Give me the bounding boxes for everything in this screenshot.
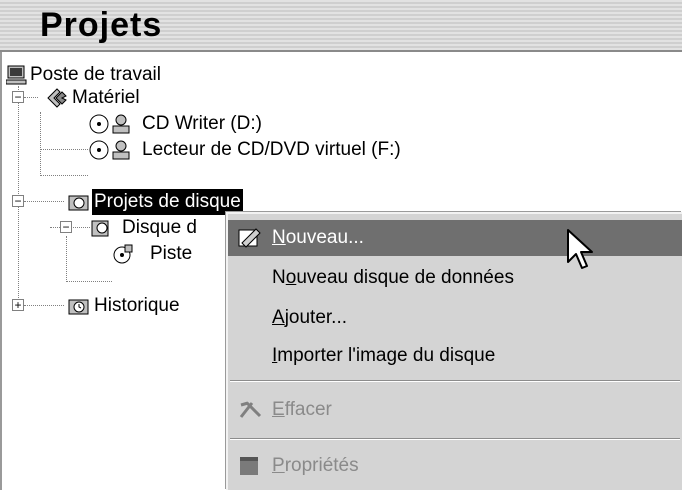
tree-connector (24, 97, 38, 98)
collapse-toggle[interactable]: − (12, 91, 24, 103)
properties-icon (240, 457, 258, 475)
tree-connector (66, 236, 67, 282)
menu-label-text: ropriétés (284, 455, 359, 476)
tree-item-label: Projets de disque (92, 189, 243, 215)
menu-accelerator: A (272, 307, 285, 328)
menu-item-effacer[interactable]: Effacer (228, 392, 682, 428)
menu-item-importer-image[interactable]: Importer l'image du disque (228, 338, 682, 374)
tree-connector (24, 305, 64, 306)
delete-icon (239, 401, 262, 418)
tree-item-label: Lecteur de CD/DVD virtuel (F:) (142, 139, 401, 160)
menu-item-nouveau[interactable]: Nouveau... (228, 220, 682, 256)
menu-accelerator: o (285, 267, 297, 288)
tree-item-historique[interactable]: Historique (68, 293, 228, 319)
hardware-icon (47, 88, 67, 108)
tree-connector (40, 149, 88, 150)
menu-label-text: mporter l'image du disque (277, 345, 496, 366)
menu-accelerator: N (272, 227, 286, 248)
collapse-toggle[interactable]: − (60, 221, 72, 233)
tree-item-label: Historique (94, 295, 180, 316)
tree-connector (24, 201, 64, 202)
tree-item-disque[interactable]: Disque d (90, 215, 226, 241)
tree-item-materiel[interactable]: Matériel (46, 85, 246, 111)
computer-icon (6, 65, 27, 85)
title-bar: Projets (0, 0, 682, 52)
cd-drive-icon (89, 114, 130, 134)
expand-toggle[interactable]: + (12, 299, 24, 311)
disc-project-folder-icon (68, 195, 89, 211)
tree-item-lecteur-virtuel[interactable]: Lecteur de CD/DVD virtuel (F:) (88, 137, 508, 163)
tree-item-piste[interactable]: Piste (112, 241, 226, 267)
menu-label-text: jouter... (284, 307, 348, 328)
tree-connector (66, 281, 112, 282)
menu-item-proprietes[interactable]: Propriétés (228, 448, 682, 484)
history-folder-icon (68, 299, 89, 315)
window-title: Projets (40, 6, 163, 44)
menu-item-nouveau-disque-de-donnees[interactable]: Nouveau disque de données (228, 260, 682, 296)
tree-item-label: Piste (150, 243, 193, 264)
disc-icon (91, 220, 109, 237)
mouse-cursor-icon (567, 229, 593, 269)
menu-label-text: N (272, 267, 286, 288)
menu-separator (230, 438, 680, 440)
tree-item-cd-writer[interactable]: CD Writer (D:) (88, 111, 388, 137)
tree-item-label: Disque d (122, 217, 197, 238)
context-menu: Nouveau... Nouveau disque de données Ajo… (226, 212, 682, 490)
tree-item-label: Matériel (72, 87, 140, 108)
menu-label-text: ouveau... (285, 227, 364, 248)
new-icon (238, 228, 261, 248)
menu-accelerator: P (272, 455, 285, 476)
menu-label-text: ffacer (284, 399, 332, 420)
tree-connector (40, 175, 88, 176)
virtual-drive-icon (89, 140, 130, 160)
collapse-toggle[interactable]: − (12, 195, 24, 207)
menu-separator (230, 380, 680, 382)
menu-label-text: uveau disque de données (296, 267, 514, 288)
menu-item-ajouter[interactable]: Ajouter... (228, 300, 682, 336)
tree-item-label: CD Writer (D:) (142, 113, 262, 134)
tree-connector (40, 112, 41, 176)
track-icon (113, 244, 133, 264)
menu-accelerator: E (272, 399, 285, 420)
